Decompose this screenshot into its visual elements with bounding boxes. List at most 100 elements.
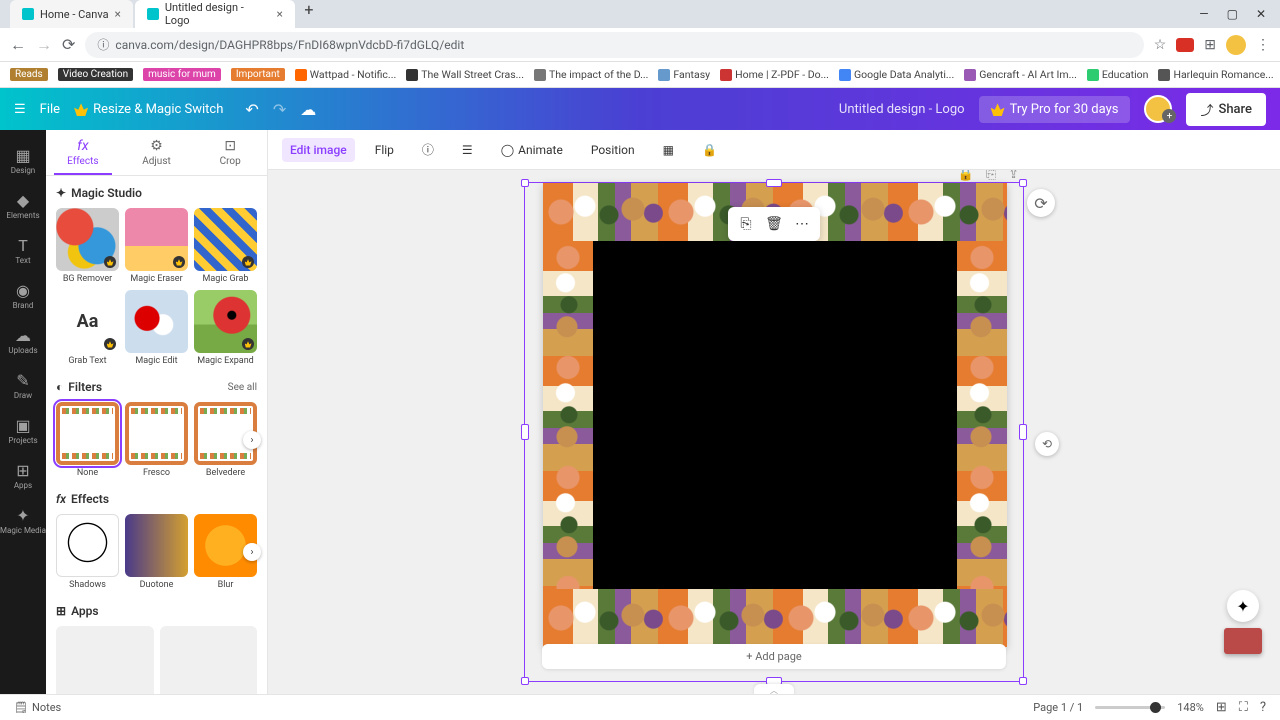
selection-box[interactable]: 🔒 ⎘ ⇪ ⎘ 🗑 ⋯ ⟳ ⟲ xyxy=(524,182,1024,682)
resize-handle[interactable] xyxy=(521,179,529,187)
rail-design[interactable]: ▦Design xyxy=(0,138,46,183)
tab-crop[interactable]: ⊡Crop xyxy=(193,130,267,175)
rotate-handle-icon[interactable]: ⟲ xyxy=(1035,432,1059,456)
bookmark-education[interactable]: Education xyxy=(1087,68,1149,81)
zoom-value[interactable]: 148% xyxy=(1177,701,1204,714)
bookmark-important[interactable]: Important xyxy=(231,68,285,81)
lock-small-icon[interactable]: 🔒 xyxy=(958,170,974,182)
resize-handle[interactable] xyxy=(1019,424,1027,440)
tab-effects[interactable]: fxEffects xyxy=(46,130,120,175)
menu-dots-icon[interactable]: ⋮ xyxy=(1256,37,1270,53)
tool-magic-eraser[interactable]: Magic Eraser xyxy=(125,208,188,284)
rail-elements[interactable]: ◆Elements xyxy=(0,183,46,228)
effect-duotone[interactable]: Duotone xyxy=(125,514,188,590)
tool-bg-remover[interactable]: BG Remover xyxy=(56,208,119,284)
minimize-icon[interactable]: ― xyxy=(1199,7,1208,21)
bookmark-music[interactable]: music for mum xyxy=(143,68,221,81)
design-page[interactable] xyxy=(543,183,1007,647)
filter-none[interactable]: None xyxy=(56,402,119,478)
zoom-thumb[interactable] xyxy=(1150,702,1161,713)
add-page-button[interactable]: + Add page xyxy=(542,644,1006,669)
resize-handle[interactable] xyxy=(521,677,529,685)
undo-icon[interactable]: ↶ xyxy=(245,100,258,119)
help-icon[interactable]: ? xyxy=(1260,700,1266,715)
rail-magic-media[interactable]: ✦Magic Media xyxy=(0,498,46,543)
extension-badge-icon[interactable] xyxy=(1176,38,1194,52)
bookmark-harlequin[interactable]: Harlequin Romance... xyxy=(1158,68,1273,81)
bookmark-gda[interactable]: Google Data Analyti... xyxy=(839,68,954,81)
bookmark-wsj[interactable]: The Wall Street Cras... xyxy=(406,68,524,81)
more-icon[interactable]: ⋯ xyxy=(789,212,815,236)
effect-shadows[interactable]: Shadows xyxy=(56,514,119,590)
edit-image-button[interactable]: Edit image xyxy=(282,138,355,162)
share-button[interactable]: ⤴Share xyxy=(1186,93,1266,126)
tutorial-video-thumb[interactable] xyxy=(1224,628,1262,654)
hamburger-icon[interactable]: ☰ xyxy=(14,102,26,117)
cloud-sync-icon[interactable]: ☁ xyxy=(300,100,316,119)
bookmark-wattpad[interactable]: Wattpad - Notific... xyxy=(295,68,396,81)
file-menu[interactable]: File xyxy=(40,102,60,117)
filter-fresco[interactable]: Fresco xyxy=(125,402,188,478)
rail-apps[interactable]: ⊞Apps xyxy=(0,453,46,498)
page-indicator[interactable]: Page 1 / 1 xyxy=(1033,701,1083,714)
duplicate-page-icon[interactable]: ⎘ xyxy=(986,170,996,182)
add-member-icon[interactable]: + xyxy=(1162,109,1176,123)
bookmark-fantasy[interactable]: Fantasy xyxy=(658,68,710,81)
filters-see-all[interactable]: See all xyxy=(228,382,257,393)
user-avatar[interactable]: + xyxy=(1144,95,1172,123)
close-window-icon[interactable]: ✕ xyxy=(1256,7,1266,21)
rail-text[interactable]: TText xyxy=(0,228,46,273)
notes-button[interactable]: 🗒Notes xyxy=(14,701,61,714)
regenerate-icon[interactable]: ⟳ xyxy=(1027,189,1055,217)
back-icon[interactable]: ← xyxy=(10,35,26,55)
animate-button[interactable]: ◯Animate xyxy=(493,138,571,162)
forward-icon[interactable]: → xyxy=(36,35,52,55)
bookmark-reads[interactable]: Reads xyxy=(10,68,48,81)
effects-next-icon[interactable]: › xyxy=(243,543,261,561)
flip-button[interactable]: Flip xyxy=(367,138,402,162)
fullscreen-icon[interactable]: ⛶ xyxy=(1239,700,1248,715)
resize-handle[interactable] xyxy=(521,424,529,440)
resize-handle[interactable] xyxy=(1019,179,1027,187)
tool-magic-expand[interactable]: Magic Expand xyxy=(194,290,257,366)
tool-magic-grab[interactable]: Magic Grab xyxy=(194,208,257,284)
zoom-slider[interactable] xyxy=(1095,706,1165,709)
list-icon[interactable]: ☰ xyxy=(454,138,481,162)
grid-view-icon[interactable]: ⊞ xyxy=(1216,700,1227,715)
resize-magic-switch-button[interactable]: Resize & Magic Switch xyxy=(74,102,223,117)
new-tab-button[interactable]: + xyxy=(297,0,321,28)
filters-next-icon[interactable]: › xyxy=(243,431,261,449)
bookmark-gencraft[interactable]: Gencraft - AI Art Im... xyxy=(964,68,1077,81)
tool-grab-text[interactable]: AaGrab Text xyxy=(56,290,119,366)
help-button[interactable]: ✦ xyxy=(1227,590,1259,622)
rail-uploads[interactable]: ☁Uploads xyxy=(0,318,46,363)
tool-magic-edit[interactable]: Magic Edit xyxy=(125,290,188,366)
maximize-icon[interactable]: ▢ xyxy=(1227,7,1238,21)
close-icon[interactable]: × xyxy=(277,7,283,21)
bookmark-impact[interactable]: The impact of the D... xyxy=(534,68,648,81)
resize-handle[interactable] xyxy=(1019,677,1027,685)
rail-projects[interactable]: ▣Projects xyxy=(0,408,46,453)
browser-tab[interactable]: Untitled design - Logo × xyxy=(135,0,295,28)
document-title[interactable]: Untitled design - Logo xyxy=(839,102,965,117)
lock-icon[interactable]: 🔒 xyxy=(694,138,725,162)
bookmark-zpdf[interactable]: Home | Z-PDF - Do... xyxy=(720,68,829,81)
try-pro-button[interactable]: Try Pro for 30 days xyxy=(979,96,1131,123)
extensions-icon[interactable]: ⊞ xyxy=(1204,37,1216,53)
canvas-area[interactable]: 🔒 ⎘ ⇪ ⎘ 🗑 ⋯ ⟳ ⟲ xyxy=(268,170,1280,694)
page-drawer-handle[interactable]: ︿ xyxy=(754,684,794,694)
reload-icon[interactable]: ⟳ xyxy=(62,35,75,54)
bookmark-star-icon[interactable]: ☆ xyxy=(1154,37,1167,53)
resize-handle[interactable] xyxy=(766,179,782,187)
position-button[interactable]: Position xyxy=(583,138,643,162)
rail-brand[interactable]: ◉Brand xyxy=(0,273,46,318)
transparency-icon[interactable]: ▦ xyxy=(655,138,682,162)
info-icon[interactable]: ⓘ xyxy=(414,136,442,163)
site-info-icon[interactable]: ⓘ xyxy=(97,36,109,53)
url-input[interactable]: ⓘ canva.com/design/DAGHPR8bps/FnDI68wpnV… xyxy=(85,32,1143,58)
export-page-icon[interactable]: ⇪ xyxy=(1008,170,1019,182)
app-card[interactable] xyxy=(160,626,258,694)
profile-avatar-icon[interactable] xyxy=(1226,35,1246,55)
redo-icon[interactable]: ↷ xyxy=(273,100,286,119)
tab-adjust[interactable]: ⚙Adjust xyxy=(120,130,194,175)
